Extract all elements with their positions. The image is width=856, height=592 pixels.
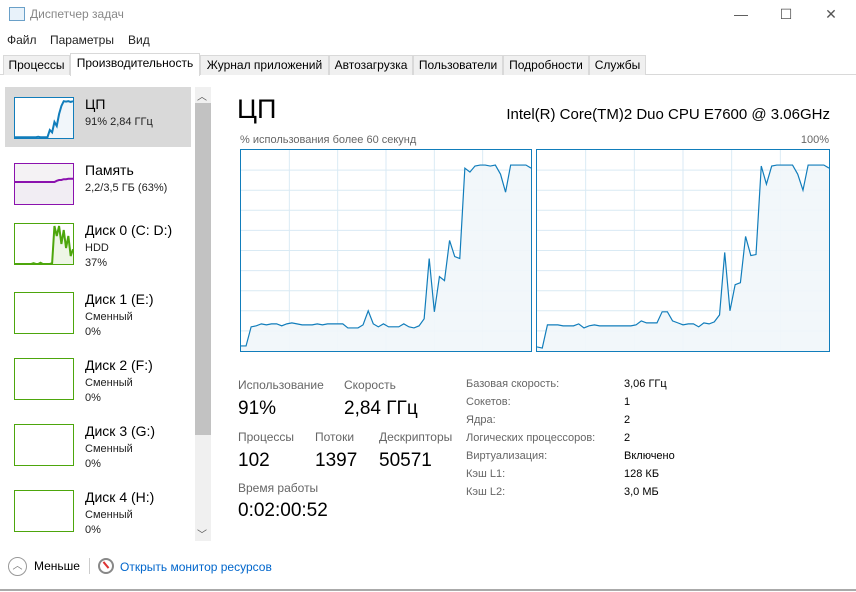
- sidebar-item-name: Диск 2 (F:): [85, 357, 153, 373]
- uptime-value: 0:02:00:52: [238, 500, 328, 521]
- detail-value: 2: [624, 414, 631, 426]
- chevron-up-icon[interactable]: ︿: [8, 557, 27, 576]
- tab-processes[interactable]: Процессы: [3, 55, 70, 75]
- graph-label: % использования более 60 секунд: [240, 134, 417, 146]
- sidebar-item-percent: 0%: [85, 392, 101, 404]
- sidebar-item-name: ЦП: [85, 96, 106, 112]
- sidebar-item-5[interactable]: Диск 3 (G:) Сменный 0%: [5, 414, 191, 474]
- tab-performance[interactable]: Производительность: [70, 53, 200, 76]
- speed-label: Скорость: [344, 378, 396, 392]
- fewer-details-button[interactable]: Меньше: [34, 559, 80, 573]
- sidebar-thumbnail-graph: [14, 358, 74, 400]
- detail-label: Ядра:: [466, 414, 496, 426]
- page-title: ЦП: [237, 94, 277, 124]
- detail-label: Сокетов:: [466, 396, 511, 408]
- detail-value: 2: [624, 432, 631, 444]
- core-0-graph: [240, 149, 532, 352]
- detail-value: Включено: [624, 450, 675, 462]
- menu-view[interactable]: Вид: [128, 33, 150, 47]
- sidebar-item-detail: 2,2/3,5 ГБ (63%): [85, 182, 168, 194]
- sidebar-thumbnail-graph: [14, 292, 74, 334]
- detail-value: 128 КБ: [624, 468, 660, 480]
- detail-label: Логических процессоров:: [466, 432, 596, 444]
- window-title: Диспетчер задач: [30, 7, 124, 21]
- sidebar-item-4[interactable]: Диск 2 (F:) Сменный 0%: [5, 348, 191, 408]
- sidebar-item-detail: Сменный: [85, 311, 133, 323]
- close-button[interactable]: ✕: [819, 4, 843, 24]
- sidebar-item-0[interactable]: ЦП 91% 2,84 ГГц: [5, 87, 191, 147]
- scroll-down-icon[interactable]: ﹀: [197, 526, 207, 541]
- detail-label: Кэш L1:: [466, 468, 506, 480]
- handles-label: Дескрипторы: [379, 430, 453, 444]
- task-manager-icon: [9, 7, 25, 21]
- sidebar-item-detail: Сменный: [85, 509, 133, 521]
- handles-value: 50571: [379, 450, 432, 471]
- sidebar-item-percent: 0%: [85, 458, 101, 470]
- uptime-label: Время работы: [238, 481, 319, 495]
- tab-services[interactable]: Службы: [589, 55, 646, 75]
- threads-value: 1397: [315, 450, 358, 471]
- maximize-button[interactable]: ☐: [774, 4, 798, 24]
- sidebar-item-name: Диск 3 (G:): [85, 423, 156, 439]
- sidebar-item-name: Диск 0 (C: D:): [85, 222, 173, 238]
- tab-details[interactable]: Подробности: [503, 55, 589, 75]
- usage-label: Использование: [238, 378, 324, 392]
- detail-label: Базовая скорость:: [466, 378, 560, 390]
- menu-file[interactable]: Файл: [7, 33, 37, 47]
- detail-label: Кэш L2:: [466, 486, 506, 498]
- tab-app-history[interactable]: Журнал приложений: [200, 55, 329, 75]
- graph-max: 100%: [800, 134, 829, 146]
- sidebar-item-name: Память: [85, 162, 134, 178]
- scrollbar-thumb[interactable]: [195, 103, 211, 435]
- sidebar-item-detail: Сменный: [85, 377, 133, 389]
- menu-options[interactable]: Параметры: [50, 33, 114, 47]
- tab-users[interactable]: Пользователи: [413, 55, 503, 75]
- sidebar-thumbnail-graph: [14, 163, 74, 205]
- sidebar-thumbnail-graph: [14, 97, 74, 139]
- open-resource-monitor-link[interactable]: Открыть монитор ресурсов: [120, 560, 272, 574]
- sidebar-thumbnail-graph: [14, 223, 74, 265]
- usage-value: 91%: [238, 398, 277, 419]
- detail-value: 3,0 МБ: [624, 486, 659, 498]
- sidebar-item-detail: 91% 2,84 ГГц: [85, 116, 153, 128]
- sidebar-item-percent: 0%: [85, 524, 101, 536]
- cpu-model: Intel(R) Core(TM)2 Duo CPU E7600 @ 3.06G…: [506, 106, 830, 123]
- resource-monitor-icon: [98, 558, 114, 574]
- detail-label: Виртуализация:: [466, 450, 548, 462]
- sidebar-item-3[interactable]: Диск 1 (E:) Сменный 0%: [5, 282, 191, 342]
- detail-value: 1: [624, 396, 631, 408]
- sidebar-item-detail: Сменный: [85, 443, 133, 455]
- sidebar-item-name: Диск 4 (H:): [85, 489, 155, 505]
- sidebar-thumbnail-graph: [14, 490, 74, 532]
- sidebar-item-name: Диск 1 (E:): [85, 291, 154, 307]
- detail-value: 3,06 ГГц: [624, 378, 667, 390]
- sparkline-area: [15, 101, 73, 138]
- core-1-graph: [536, 149, 830, 352]
- threads-label: Потоки: [315, 430, 355, 444]
- sidebar-item-6[interactable]: Диск 4 (H:) Сменный 0%: [5, 480, 191, 540]
- speed-value: 2,84 ГГц: [344, 398, 418, 419]
- sidebar-item-detail: HDD: [85, 242, 109, 254]
- sidebar-item-1[interactable]: Память 2,2/3,5 ГБ (63%): [5, 153, 191, 213]
- tab-startup[interactable]: Автозагрузка: [329, 55, 413, 75]
- processes-label: Процессы: [238, 430, 295, 444]
- sidebar-item-2[interactable]: Диск 0 (C: D:) HDD 37%: [5, 213, 191, 273]
- scroll-up-icon[interactable]: ︿: [197, 88, 207, 103]
- sidebar-item-percent: 0%: [85, 326, 101, 338]
- processes-value: 102: [238, 450, 270, 471]
- sidebar-thumbnail-graph: [14, 424, 74, 466]
- minimize-button[interactable]: —: [729, 4, 753, 24]
- sidebar-item-percent: 37%: [85, 257, 108, 269]
- tab-bar: Процессы Производительность Журнал прило…: [0, 53, 856, 76]
